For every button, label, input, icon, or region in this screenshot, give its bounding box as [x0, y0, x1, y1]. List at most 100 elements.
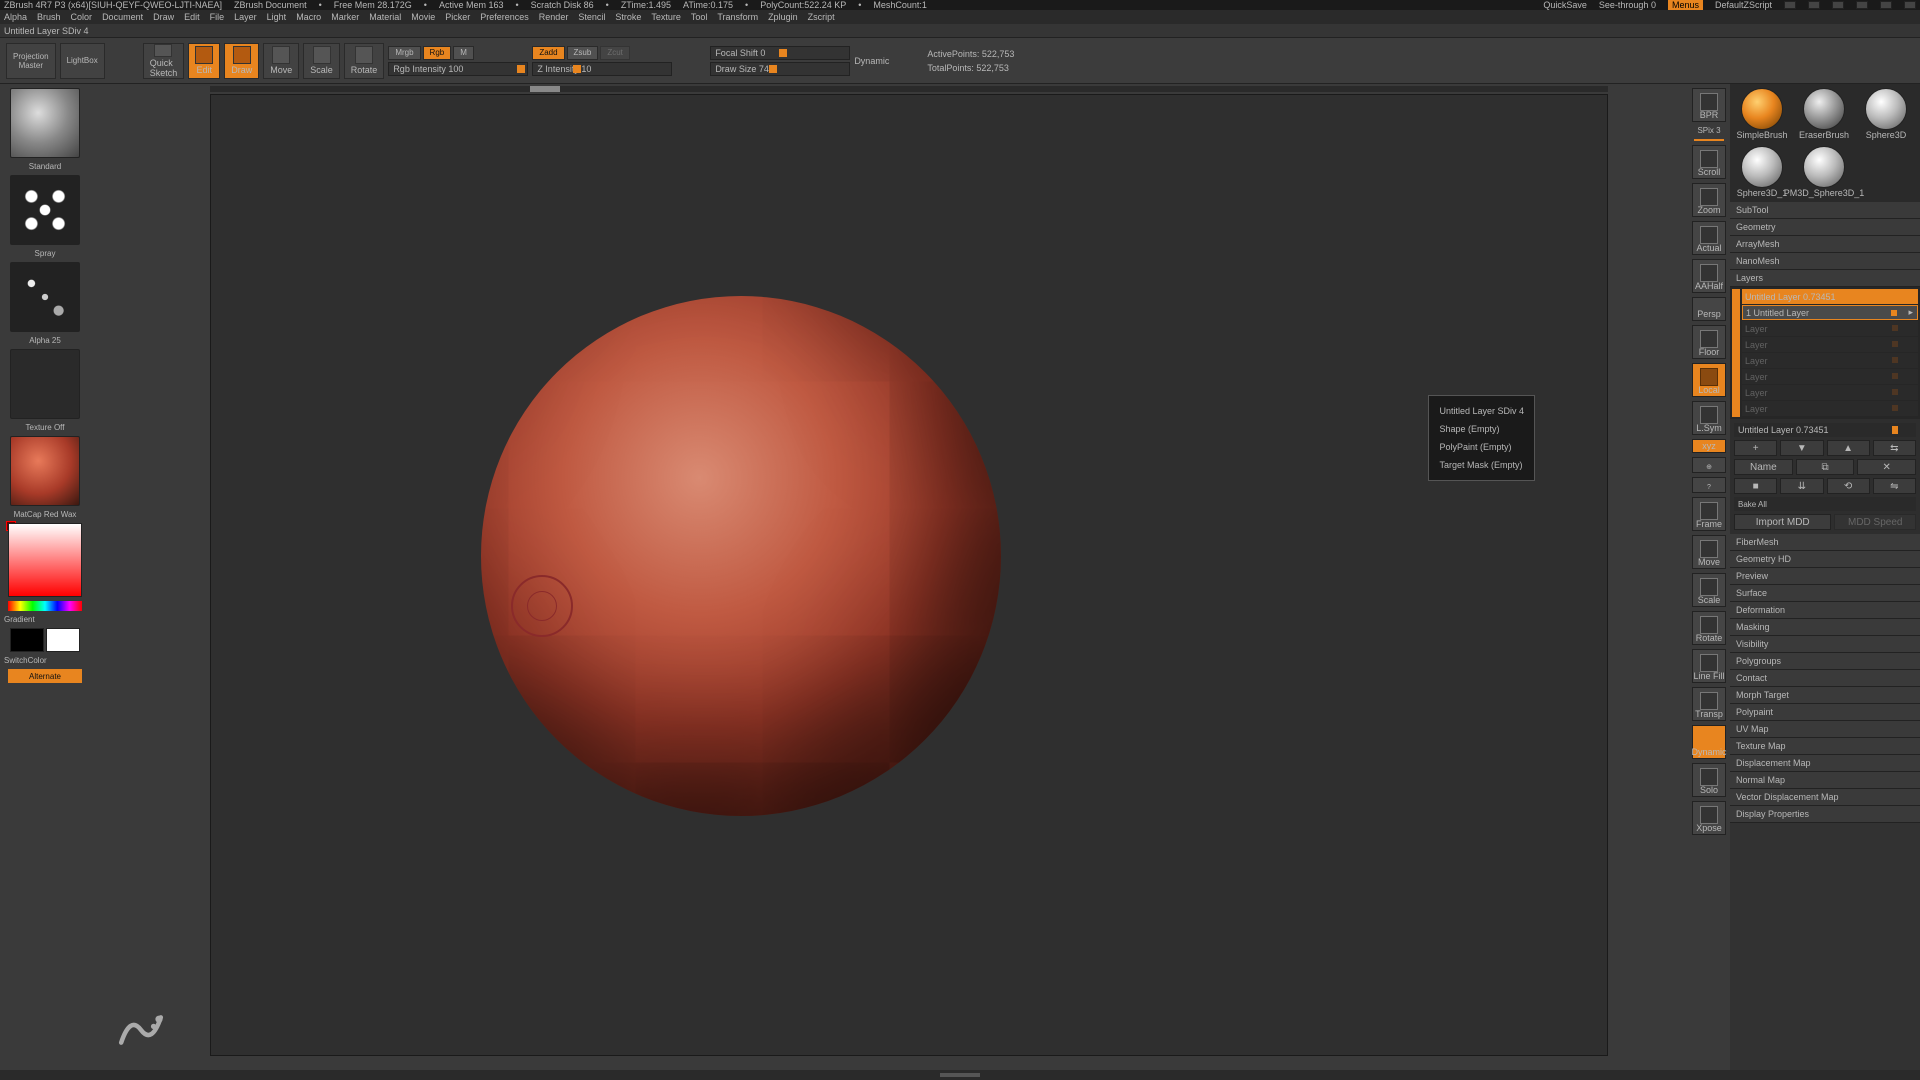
canvas[interactable]: Untitled Layer SDiv 4 Shape (Empty) Poly… — [210, 94, 1608, 1056]
window-layout-icon[interactable] — [1784, 1, 1796, 9]
stroke-thumb[interactable] — [10, 175, 80, 245]
layer-intensity-slider[interactable]: Untitled Layer 0.73451 — [1734, 423, 1916, 437]
seethrough-slider[interactable]: See-through 0 — [1599, 0, 1656, 10]
menu-color[interactable]: Color — [71, 12, 93, 22]
section-vdispmap[interactable]: Vector Displacement Map — [1730, 789, 1920, 806]
solo-button[interactable]: Solo — [1692, 763, 1726, 797]
section-subtool[interactable]: SubTool — [1730, 202, 1920, 219]
section-texmap[interactable]: Texture Map — [1730, 738, 1920, 755]
mrgb-button[interactable]: Mrgb — [388, 46, 420, 60]
projection-master-button[interactable]: Projection Master — [6, 43, 56, 79]
menu-render[interactable]: Render — [539, 12, 569, 22]
zadd-button[interactable]: Zadd — [532, 46, 564, 60]
color-picker[interactable] — [8, 523, 82, 597]
tool-sphere3d[interactable]: Sphere3D — [1858, 88, 1914, 140]
layer-split-button[interactable]: ⇆ — [1873, 440, 1916, 456]
quicksketch-button[interactable]: Quick Sketch — [143, 43, 185, 79]
zoom-button[interactable]: Zoom — [1692, 183, 1726, 217]
lsym-button[interactable]: L.Sym — [1692, 401, 1726, 435]
window-layout-icon[interactable] — [1832, 1, 1844, 9]
menu-stencil[interactable]: Stencil — [578, 12, 605, 22]
quicksave-button[interactable]: QuickSave — [1543, 0, 1587, 10]
spix-label[interactable]: SPix 3 — [1688, 126, 1730, 135]
layer-row[interactable]: Untitled Layer 0.73451 — [1742, 289, 1918, 304]
linefill-button[interactable]: Line Fill — [1692, 649, 1726, 683]
minimize-icon[interactable] — [1856, 1, 1868, 9]
section-dispmap[interactable]: Displacement Map — [1730, 755, 1920, 772]
menus-toggle[interactable]: Menus — [1668, 0, 1703, 10]
layer-row[interactable]: Layer — [1742, 385, 1918, 400]
xpose-button[interactable]: Xpose — [1692, 801, 1726, 835]
section-deformation[interactable]: Deformation — [1730, 602, 1920, 619]
section-visibility[interactable]: Visibility — [1730, 636, 1920, 653]
section-preview[interactable]: Preview — [1730, 568, 1920, 585]
maximize-icon[interactable] — [1880, 1, 1892, 9]
tool-pm3d[interactable]: PM3D_Sphere3D_1 — [1796, 146, 1852, 198]
layer-new-button[interactable]: + — [1734, 440, 1777, 456]
layer-row[interactable]: 1 Untitled Layer▸ — [1742, 305, 1918, 320]
section-fibermesh[interactable]: FiberMesh — [1730, 534, 1920, 551]
aahalf-button[interactable]: AAHalf — [1692, 259, 1726, 293]
close-icon[interactable] — [1904, 1, 1916, 9]
section-morph[interactable]: Morph Target — [1730, 687, 1920, 704]
menu-brush[interactable]: Brush — [37, 12, 61, 22]
menu-draw[interactable]: Draw — [153, 12, 174, 22]
menu-layer[interactable]: Layer — [234, 12, 257, 22]
alternate-button[interactable]: Alternate — [8, 669, 82, 683]
menu-stroke[interactable]: Stroke — [615, 12, 641, 22]
menu-picker[interactable]: Picker — [445, 12, 470, 22]
menu-movie[interactable]: Movie — [411, 12, 435, 22]
layer-merge-button[interactable]: ⇊ — [1780, 478, 1823, 494]
menu-light[interactable]: Light — [267, 12, 287, 22]
alpha-thumb[interactable] — [10, 262, 80, 332]
actual-button[interactable]: Actual — [1692, 221, 1726, 255]
transp-button[interactable]: Transp — [1692, 687, 1726, 721]
layer-invert-button[interactable]: ⟲ — [1827, 478, 1870, 494]
bpr-button[interactable]: BPR — [1692, 88, 1726, 122]
section-uvmap[interactable]: UV Map — [1730, 721, 1920, 738]
mesh-sphere[interactable] — [481, 296, 1001, 816]
layer-flip-button[interactable]: ⇋ — [1873, 478, 1916, 494]
layer-row[interactable]: Layer — [1742, 337, 1918, 352]
menu-transform[interactable]: Transform — [717, 12, 758, 22]
material-thumb[interactable] — [10, 436, 80, 506]
lightbox-button[interactable]: LightBox — [60, 43, 105, 79]
menu-document[interactable]: Document — [102, 12, 143, 22]
menu-marker[interactable]: Marker — [331, 12, 359, 22]
switchcolor-button[interactable]: SwitchColor — [4, 656, 86, 665]
draw-size-slider[interactable]: Draw Size 74 — [710, 62, 850, 76]
menu-edit[interactable]: Edit — [184, 12, 200, 22]
menu-alpha[interactable]: Alpha — [4, 12, 27, 22]
pivot-icon[interactable]: ⊕ — [1692, 457, 1726, 473]
tool-sphere3d1[interactable]: Sphere3D_1 — [1734, 146, 1790, 198]
z-intensity-slider[interactable]: Z Intensity 10 — [532, 62, 672, 76]
rgb-intensity-slider[interactable]: Rgb Intensity 100 — [388, 62, 528, 76]
texture-thumb[interactable] — [10, 349, 80, 419]
focal-shift-slider[interactable]: Focal Shift 0 — [710, 46, 850, 60]
persp-button[interactable]: Persp — [1692, 297, 1726, 321]
help-icon[interactable]: ? — [1692, 477, 1726, 493]
scale-button[interactable]: Scale — [1692, 573, 1726, 607]
layer-row[interactable]: Layer — [1742, 353, 1918, 368]
gradient-label[interactable]: Gradient — [4, 615, 86, 624]
section-masking[interactable]: Masking — [1730, 619, 1920, 636]
import-mdd-button[interactable]: Import MDD — [1734, 514, 1831, 530]
brush-thumb[interactable] — [10, 88, 80, 158]
swatch-black[interactable] — [10, 628, 44, 652]
bake-all-button[interactable]: Bake All — [1734, 497, 1916, 511]
m-button[interactable]: M — [453, 46, 474, 60]
scale-mode-button[interactable]: Scale — [303, 43, 340, 79]
section-nanomesh[interactable]: NanoMesh — [1730, 253, 1920, 270]
draw-mode-button[interactable]: Draw — [224, 43, 259, 79]
timeline-ruler[interactable] — [210, 86, 1608, 92]
section-geometryhd[interactable]: Geometry HD — [1730, 551, 1920, 568]
section-geometry[interactable]: Geometry — [1730, 219, 1920, 236]
layer-up-button[interactable]: ▲ — [1827, 440, 1870, 456]
tool-simplebrush[interactable]: SimpleBrush — [1734, 88, 1790, 140]
edit-mode-button[interactable]: Edit — [188, 43, 220, 79]
local-button[interactable]: Local — [1692, 363, 1726, 397]
xyz-button[interactable]: xyz — [1692, 439, 1726, 453]
tool-eraserbrush[interactable]: EraserBrush — [1796, 88, 1852, 140]
rgb-button[interactable]: Rgb — [423, 46, 452, 60]
menu-zplugin[interactable]: Zplugin — [768, 12, 798, 22]
